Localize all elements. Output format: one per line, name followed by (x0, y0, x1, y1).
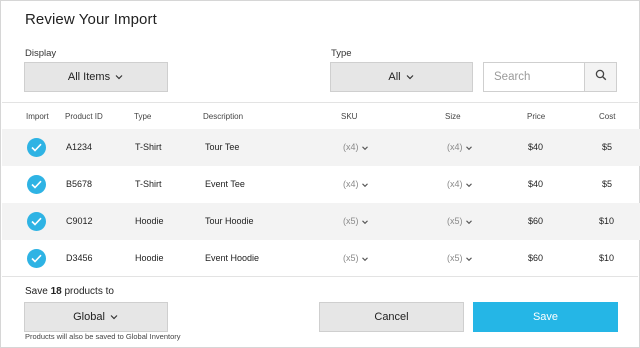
import-dialog: Review Your Import Display All Items Typ… (0, 0, 640, 348)
chevron-down-icon (465, 181, 473, 189)
chevron-down-icon (465, 144, 473, 152)
chevron-down-icon (405, 72, 415, 82)
sku-select[interactable]: (x5) (343, 216, 369, 226)
size-count: (x4) (447, 142, 463, 152)
divider (2, 102, 638, 103)
import-checkbox[interactable] (27, 212, 46, 231)
sku-select[interactable]: (x4) (343, 179, 369, 189)
product-type: Hoodie (135, 253, 164, 263)
size-count: (x5) (447, 253, 463, 263)
table-header: Import Product ID Type Description SKU S… (1, 109, 640, 125)
product-price: $40 (528, 142, 544, 152)
chevron-down-icon (361, 255, 369, 263)
type-label: Type (331, 48, 352, 59)
product-type: T-Shirt (135, 142, 162, 152)
product-type: Hoodie (135, 216, 164, 226)
product-description: Event Tee (205, 179, 245, 189)
chevron-down-icon (109, 312, 119, 322)
search-box (483, 62, 617, 92)
product-cost: $10 (599, 216, 615, 226)
product-id: C9012 (66, 216, 93, 226)
search-button[interactable] (584, 63, 616, 91)
chevron-down-icon (465, 218, 473, 226)
table-row: B5678 T-Shirt Event Tee (x4) (x4) $40 $5 (2, 166, 640, 203)
display-dropdown[interactable]: All Items (24, 62, 168, 92)
save-button[interactable]: Save (473, 302, 618, 332)
product-cost: $10 (599, 253, 615, 263)
checkmark-icon (31, 217, 42, 226)
column-header-cost: Cost (599, 112, 616, 121)
destination-dropdown-value: Global (73, 311, 105, 323)
sku-count: (x5) (343, 216, 359, 226)
chevron-down-icon (361, 144, 369, 152)
size-select[interactable]: (x4) (447, 142, 473, 152)
inventory-note: Products will also be saved to Global In… (25, 332, 181, 341)
chevron-down-icon (465, 255, 473, 263)
size-select[interactable]: (x5) (447, 253, 473, 263)
type-dropdown-value: All (388, 71, 401, 83)
size-select[interactable]: (x4) (447, 179, 473, 189)
size-select[interactable]: (x5) (447, 216, 473, 226)
table-row: D3456 Hoodie Event Hoodie (x5) (x5) $60 … (2, 240, 640, 277)
product-id: B5678 (66, 179, 93, 189)
product-type: T-Shirt (135, 179, 162, 189)
product-price: $60 (528, 253, 544, 263)
column-header-size: Size (445, 112, 461, 121)
product-id: A1234 (66, 142, 93, 152)
import-checkbox[interactable] (27, 249, 46, 268)
search-input[interactable] (484, 63, 584, 91)
save-count: 18 (50, 286, 62, 297)
chevron-down-icon (361, 218, 369, 226)
cancel-button[interactable]: Cancel (319, 302, 464, 332)
product-price: $40 (528, 179, 544, 189)
type-dropdown[interactable]: All (330, 62, 473, 92)
table-row: C9012 Hoodie Tour Hoodie (x5) (x5) $60 $… (2, 203, 640, 240)
product-description: Tour Hoodie (205, 216, 254, 226)
sku-count: (x4) (343, 142, 359, 152)
sku-select[interactable]: (x4) (343, 142, 369, 152)
search-icon (595, 68, 607, 86)
checkmark-icon (31, 180, 42, 189)
chevron-down-icon (114, 72, 124, 82)
save-suffix: products to (64, 286, 114, 297)
product-cost: $5 (602, 142, 613, 152)
column-header-sku: SKU (341, 112, 358, 121)
sku-count: (x5) (343, 253, 359, 263)
product-cost: $5 (602, 179, 613, 189)
checkmark-icon (31, 254, 42, 263)
column-header-product-id: Product ID (65, 112, 103, 121)
destination-dropdown[interactable]: Global (24, 302, 168, 332)
column-header-type: Type (134, 112, 152, 121)
divider (2, 276, 638, 277)
page-title: Review Your Import (25, 11, 157, 28)
sku-count: (x4) (343, 179, 359, 189)
chevron-down-icon (361, 181, 369, 189)
column-header-import: Import (26, 112, 49, 121)
table-row: A1234 T-Shirt Tour Tee (x4) (x4) $40 $5 (2, 129, 640, 166)
product-price: $60 (528, 216, 544, 226)
product-description: Tour Tee (205, 142, 240, 152)
display-dropdown-value: All Items (67, 71, 111, 83)
column-header-price: Price (527, 112, 546, 121)
save-summary: Save 18 products to (25, 286, 114, 297)
checkmark-icon (31, 143, 42, 152)
size-count: (x4) (447, 179, 463, 189)
save-prefix: Save (25, 286, 48, 297)
product-id: D3456 (66, 253, 93, 263)
sku-select[interactable]: (x5) (343, 253, 369, 263)
import-checkbox[interactable] (27, 175, 46, 194)
display-label: Display (25, 48, 57, 59)
import-checkbox[interactable] (27, 138, 46, 157)
product-description: Event Hoodie (205, 253, 260, 263)
column-header-description: Description (203, 112, 244, 121)
size-count: (x5) (447, 216, 463, 226)
